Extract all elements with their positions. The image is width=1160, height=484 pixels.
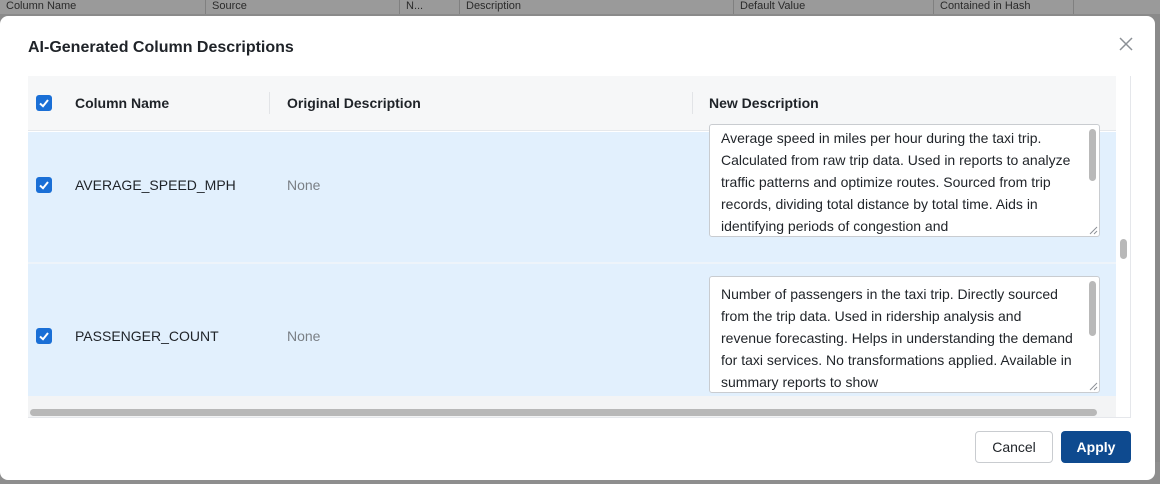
original-description-cell: None <box>287 328 321 344</box>
table-row: AVERAGE_SPEED_MPH None Average speed in … <box>28 124 1116 262</box>
vertical-scrollbar[interactable] <box>1120 239 1127 259</box>
resize-grip-icon[interactable] <box>1089 226 1098 235</box>
dialog-title: AI-Generated Column Descriptions <box>28 39 294 56</box>
new-description-text: Number of passengers in the taxi trip. D… <box>721 286 1073 390</box>
new-description-textarea[interactable]: Average speed in miles per hour during t… <box>709 124 1100 237</box>
table-header: Column Name Original Description New Des… <box>28 76 1116 131</box>
header-new-description[interactable]: New Description <box>709 95 819 111</box>
background-table-header: Column Name Source N... Description Defa… <box>0 0 1160 14</box>
header-column-name[interactable]: Column Name <box>75 95 169 111</box>
row-checkbox[interactable] <box>36 177 52 193</box>
ai-descriptions-dialog: AI-Generated Column Descriptions Column … <box>0 16 1155 480</box>
column-name-cell: AVERAGE_SPEED_MPH <box>75 177 236 193</box>
new-description-textarea[interactable]: Number of passengers in the taxi trip. D… <box>709 276 1100 393</box>
header-divider <box>269 92 270 114</box>
bg-col-n: N... <box>400 0 460 14</box>
check-icon <box>39 99 49 108</box>
header-original-description[interactable]: Original Description <box>287 95 421 111</box>
check-icon <box>39 332 49 341</box>
header-divider <box>692 92 693 114</box>
bg-col-default-value: Default Value <box>734 0 934 14</box>
original-description-cell: None <box>287 177 321 193</box>
column-name-cell: PASSENGER_COUNT <box>75 328 219 344</box>
select-all-checkbox[interactable] <box>36 95 52 111</box>
row-checkbox[interactable] <box>36 328 52 344</box>
bg-col-description: Description <box>460 0 734 14</box>
bg-col-source: Source <box>206 0 400 14</box>
apply-button[interactable]: Apply <box>1061 431 1131 463</box>
check-icon <box>39 181 49 190</box>
descriptions-table: Column Name Original Description New Des… <box>28 76 1131 418</box>
table-row: PASSENGER_COUNT None Number of passenger… <box>28 264 1116 414</box>
close-icon <box>1119 37 1133 51</box>
horizontal-scrollbar[interactable] <box>30 409 1097 416</box>
cancel-button[interactable]: Cancel <box>975 431 1053 463</box>
bg-col-column-name: Column Name <box>0 0 206 14</box>
textarea-scrollbar[interactable] <box>1089 129 1096 181</box>
new-description-text: Average speed in miles per hour during t… <box>721 130 1071 234</box>
close-button[interactable] <box>1116 34 1136 54</box>
bg-col-contained-in-hash: Contained in Hash <box>934 0 1074 14</box>
textarea-scrollbar[interactable] <box>1089 281 1096 336</box>
resize-grip-icon[interactable] <box>1089 382 1098 391</box>
